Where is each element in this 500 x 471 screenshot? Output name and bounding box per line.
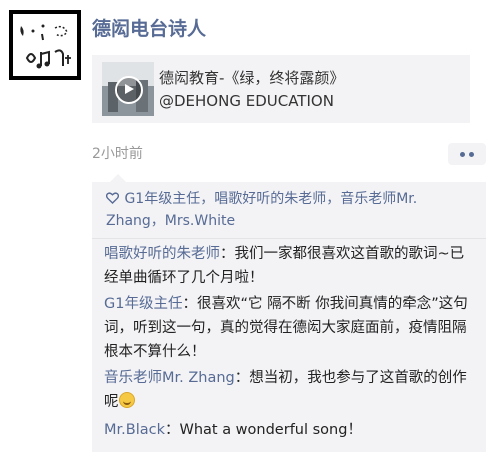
comment-author[interactable]: 音乐老师Mr. Zhang [104, 370, 235, 386]
play-icon [115, 76, 143, 104]
avatar[interactable] [9, 10, 81, 80]
likes-names: G1年级主任，唱歌好听的朱老师，音乐老师Mr. Zhang，Mrs.White [106, 191, 418, 229]
comment-pointer [110, 174, 126, 182]
link-title: 德闳教育-《绿，终将露颜》 [159, 69, 345, 87]
comment-item[interactable]: Mr.Black：What a wonderful song！ [104, 418, 476, 442]
grin-emoji-icon [118, 392, 135, 408]
divider [92, 238, 486, 239]
comment-item[interactable]: 唱歌好听的朱老师：我们一家都很喜欢这首歌的歌词~已经单曲循环了几个月啦！ [104, 242, 476, 290]
more-button[interactable] [448, 143, 486, 165]
comment-author[interactable]: G1年级主任 [104, 296, 182, 312]
likes-list[interactable]: G1年级主任，唱歌好听的朱老师，音乐老师Mr. Zhang，Mrs.White [105, 188, 476, 232]
comment-author[interactable]: 唱歌好听的朱老师 [104, 246, 220, 262]
shared-link-card[interactable]: 德闳教育-《绿，终将露颜》 @DEHONG EDUCATION [92, 55, 470, 123]
comment-item[interactable]: 音乐老师Mr. Zhang：想当初，我也参与了这首歌的创作呢 [104, 366, 476, 414]
post-timestamp: 2小时前 [92, 146, 143, 162]
comment-text: What a wonderful song！ [179, 422, 362, 438]
doodle-avatar-icon [20, 24, 71, 69]
link-subtitle: @DEHONG EDUCATION [159, 92, 334, 110]
comment-section: G1年级主任，唱歌好听的朱老师，音乐老师Mr. Zhang，Mrs.White … [92, 182, 486, 452]
more-dots-icon [460, 152, 465, 157]
video-thumbnail [102, 62, 154, 116]
comment-item[interactable]: G1年级主任：很喜欢“它 隔不断 你我间真情的牵念”这句词，听到这一句，真的觉得… [104, 292, 476, 364]
heart-icon [105, 188, 120, 210]
author-name[interactable]: 德闳电台诗人 [92, 14, 206, 41]
comment-author[interactable]: Mr.Black [104, 422, 165, 438]
